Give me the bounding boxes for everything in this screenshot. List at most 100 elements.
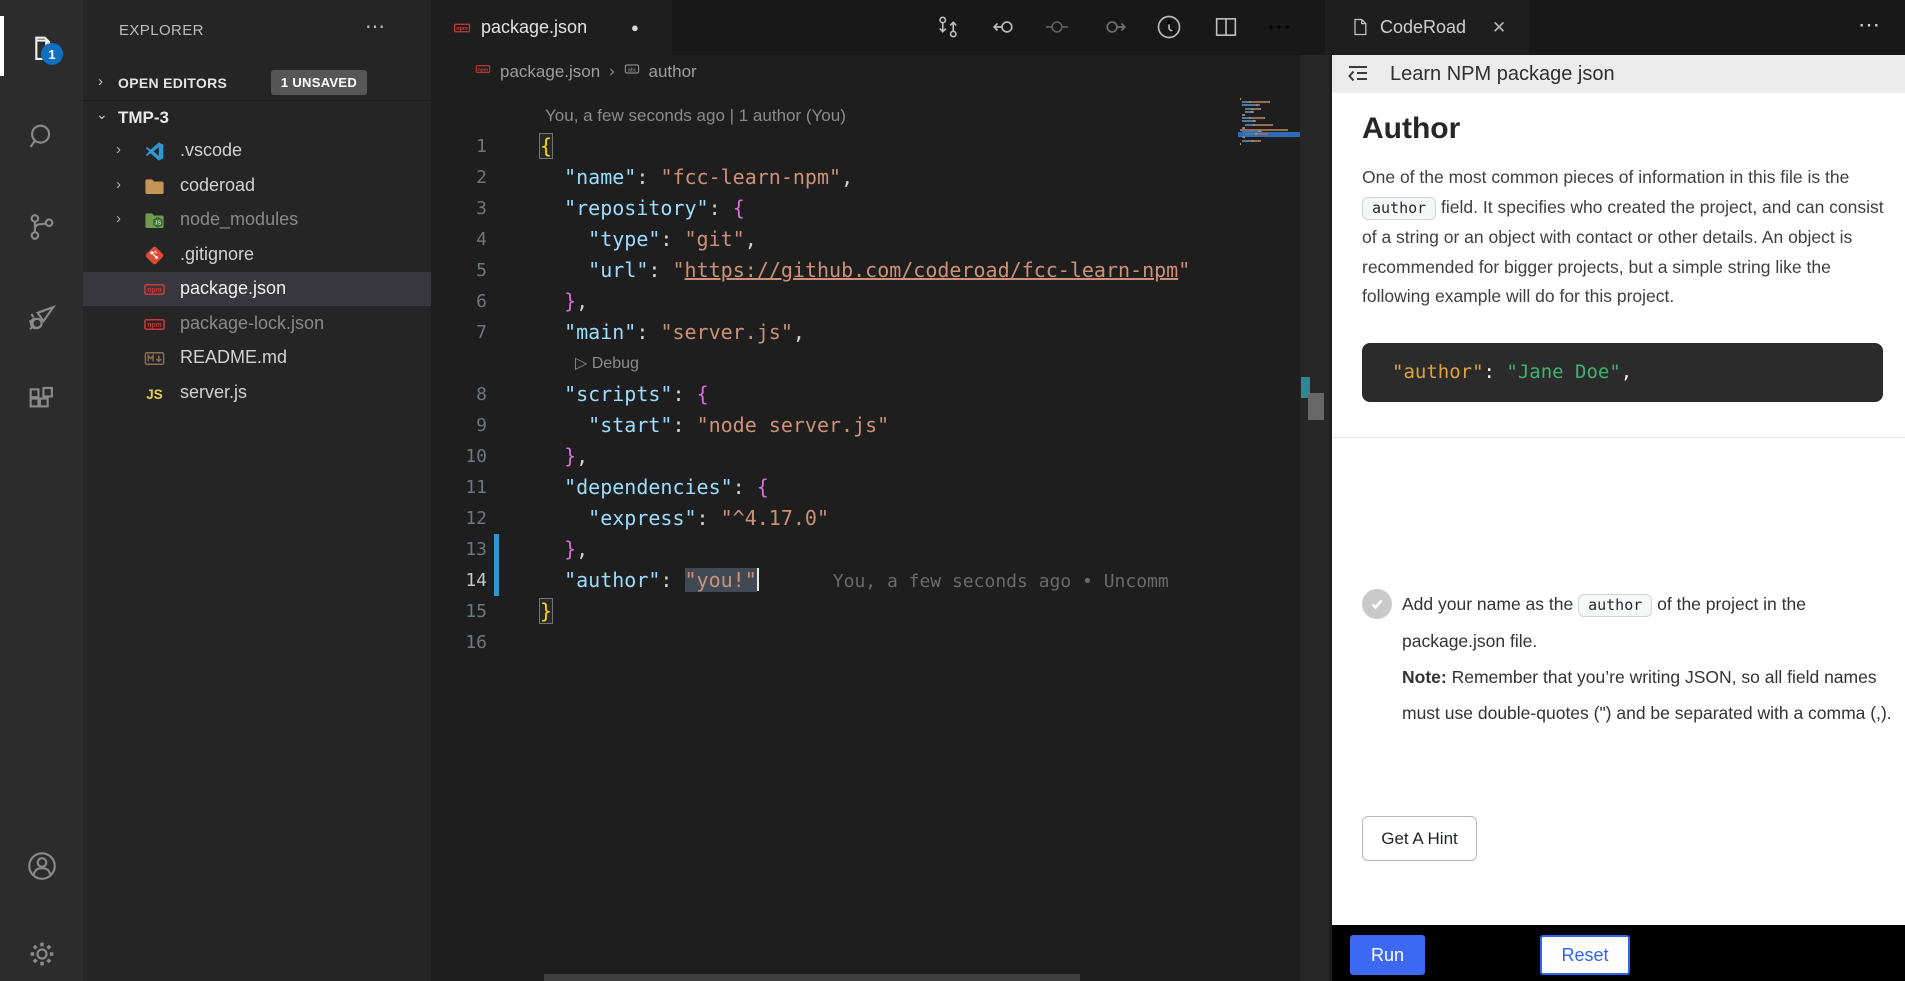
- minimap-line: [1240, 114, 1245, 116]
- tree-item-package-json[interactable]: npmpackage.json: [83, 272, 431, 306]
- sidebar-more-actions-icon[interactable]: ⋯: [365, 14, 385, 39]
- code-line[interactable]: 14 "author": "you!"You, a few seconds ag…: [431, 565, 1238, 596]
- minimap-token: [1242, 140, 1251, 142]
- url-link[interactable]: https://github.com/coderoad/fcc-learn-np…: [685, 258, 1179, 282]
- code-line[interactable]: 10 },: [431, 441, 1238, 472]
- code-line[interactable]: 5 "url": "https://github.com/coderoad/fc…: [431, 255, 1238, 286]
- get-hint-button[interactable]: Get A Hint: [1362, 816, 1477, 861]
- tree-item--vscode[interactable]: ›.vscode: [83, 134, 431, 168]
- line-number: 11: [431, 472, 487, 503]
- tree-item-label: README.md: [180, 347, 287, 368]
- line-number: 1: [431, 131, 487, 162]
- code-line-text: }: [540, 596, 552, 627]
- extensions-icon[interactable]: [20, 378, 64, 422]
- tree-item-coderoad[interactable]: ›coderoad: [83, 169, 431, 203]
- code-token: :: [733, 475, 757, 499]
- code-token: "author": [1392, 361, 1484, 383]
- active-view-indicator: [0, 16, 4, 76]
- code-token: [540, 506, 588, 530]
- account-icon[interactable]: [20, 844, 64, 888]
- line-number: 13: [431, 534, 487, 565]
- tutorial-header: Learn NPM package json: [1332, 55, 1905, 93]
- npm-icon: npm: [143, 278, 166, 301]
- explorer-badge: 1: [41, 43, 63, 65]
- source-control-icon[interactable]: [20, 205, 64, 249]
- code-line[interactable]: 1{: [431, 131, 1238, 162]
- collapse-menu-icon[interactable]: [1346, 62, 1370, 86]
- minimap-line: [1240, 101, 1270, 103]
- workspace-root-row[interactable]: ⌄ TMP-3: [83, 101, 431, 133]
- line-number: 16: [431, 627, 487, 658]
- minimap-token: [1240, 98, 1241, 100]
- code-line-text: "name": "fcc-learn-npm",: [540, 162, 853, 193]
- code-line[interactable]: 3 "repository": {: [431, 193, 1238, 224]
- line-number: 9: [431, 410, 487, 441]
- code-line-text: "scripts": {: [540, 379, 709, 410]
- minimap-line: [1240, 120, 1256, 122]
- code-token: "dependencies": [564, 475, 733, 499]
- open-editors-header[interactable]: › OPEN EDITORS: [83, 64, 431, 101]
- tree-item-package-lock-json[interactable]: npm package-lock.json: [83, 307, 431, 341]
- tree-item-README-md[interactable]: README.md: [83, 341, 431, 375]
- code-token: ,: [841, 165, 853, 189]
- minimap-token: [1255, 124, 1273, 126]
- code-token: [540, 289, 564, 313]
- open-editors-label: OPEN EDITORS: [118, 75, 227, 91]
- tree-item-node-modules[interactable]: ›JSnode_modules: [83, 203, 431, 237]
- minimap-token: [1251, 117, 1264, 119]
- code-line[interactable]: 2 "name": "fcc-learn-npm",: [431, 162, 1238, 193]
- panel-more-actions-icon[interactable]: ⋯: [1858, 12, 1880, 38]
- code-line[interactable]: 8 "scripts": {: [431, 379, 1238, 410]
- line-number: 4: [431, 224, 487, 255]
- code-editor[interactable]: 1{2 "name": "fcc-learn-npm",3 "repositor…: [431, 0, 1325, 981]
- code-line[interactable]: 13 },: [431, 534, 1238, 565]
- search-icon[interactable]: [20, 115, 64, 159]
- tree-item-label: package-lock.json: [180, 313, 324, 334]
- tree-item-server-js[interactable]: JSserver.js: [83, 376, 431, 410]
- example-code-line: "author": "Jane Doe",: [1392, 343, 1632, 402]
- minimap-line: [1240, 127, 1245, 129]
- code-token: [540, 413, 588, 437]
- settings-gear-icon[interactable]: [20, 932, 64, 976]
- run-debug-icon[interactable]: [20, 295, 64, 339]
- code-line-text: "start": "node server.js": [540, 410, 889, 441]
- minimap-token: [1242, 101, 1249, 103]
- minimap[interactable]: [1238, 92, 1300, 242]
- code-line[interactable]: 9 "start": "node server.js": [431, 410, 1238, 441]
- editor-horizontal-scrollbar[interactable]: [544, 974, 1080, 981]
- code-line[interactable]: 4 "type": "git",: [431, 224, 1238, 255]
- line-number: 14: [431, 565, 487, 596]
- code-line[interactable]: 16: [431, 627, 1238, 658]
- vscode-icon: [143, 140, 166, 163]
- code-line[interactable]: 6 },: [431, 286, 1238, 317]
- close-icon[interactable]: ✕: [1492, 0, 1506, 55]
- tree-item--gitignore[interactable]: .gitignore: [83, 238, 431, 272]
- tab-coderoad[interactable]: CodeRoad ✕: [1332, 0, 1530, 55]
- code-line[interactable]: 7 "main": "server.js",: [431, 317, 1238, 348]
- modified-lines-gutter-indicator: [494, 534, 499, 596]
- code-line[interactable]: 11 "dependencies": {: [431, 472, 1238, 503]
- code-token: ": [1178, 258, 1190, 282]
- editor-vertical-scrollbar[interactable]: [1300, 55, 1329, 981]
- minimap-token: [1242, 104, 1256, 106]
- code-token: [540, 227, 588, 251]
- explorer-sidebar: EXPLORER ⋯ › OPEN EDITORS 1 UNSAVED ⌄ TM…: [83, 0, 431, 981]
- reset-button[interactable]: Reset: [1540, 935, 1630, 975]
- svg-text:npm: npm: [147, 322, 162, 329]
- scrollbar-thumb[interactable]: [1308, 393, 1324, 420]
- minimap-token: [1245, 108, 1252, 110]
- tree-item-label: server.js: [180, 382, 247, 403]
- code-token: [540, 537, 564, 561]
- code-token: [540, 196, 564, 220]
- run-button[interactable]: Run: [1350, 935, 1425, 975]
- minimap-token: [1242, 130, 1258, 132]
- code-line[interactable]: 15}: [431, 596, 1238, 627]
- code-token: "express": [588, 506, 696, 530]
- chevron-right-icon: ›: [116, 210, 130, 227]
- code-token: :: [709, 196, 733, 220]
- minimap-line: [1240, 104, 1260, 106]
- task-description: Add your name as the author of the proje…: [1402, 586, 1896, 731]
- code-token: ,: [1621, 361, 1632, 383]
- code-line[interactable]: 12 "express": "^4.17.0": [431, 503, 1238, 534]
- minimap-token: [1255, 120, 1256, 122]
